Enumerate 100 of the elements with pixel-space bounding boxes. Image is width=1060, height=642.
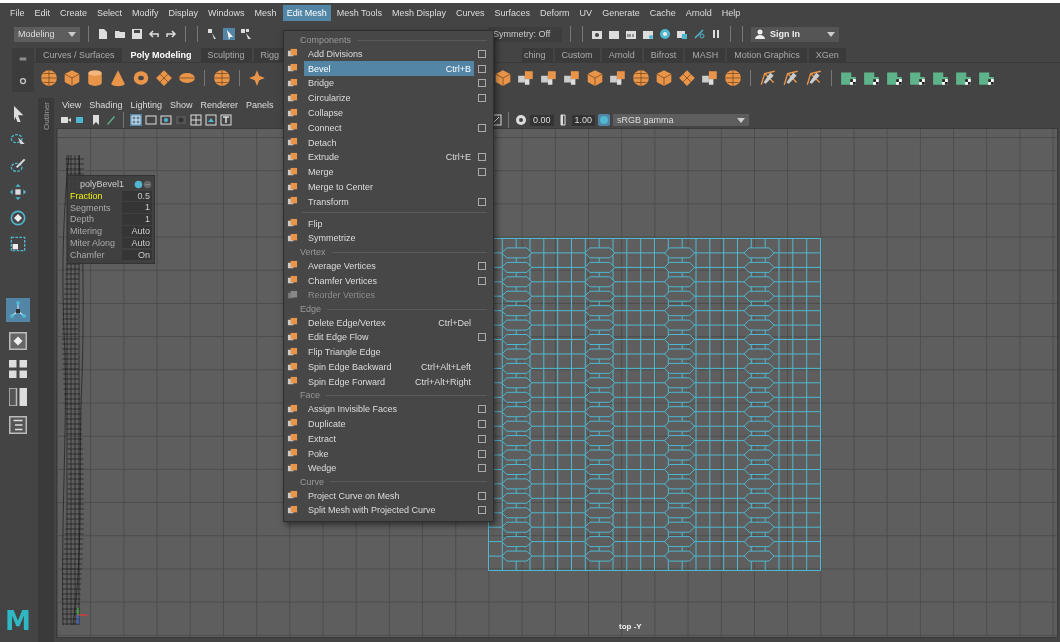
menu-bar-item[interactable]: Windows <box>204 4 249 21</box>
cube-icon[interactable] <box>586 68 604 87</box>
folder-icon[interactable] <box>114 28 126 40</box>
menu-item[interactable]: Average Vertices <box>304 258 474 274</box>
menu-item[interactable]: Edit Edge Flow <box>304 330 474 345</box>
menu-item[interactable]: Merge to Center <box>304 179 474 195</box>
menu-item[interactable]: Spin Edge Forward Ctrl+Alt+Right <box>304 374 474 390</box>
panel-menu-item[interactable]: View <box>62 100 82 110</box>
shelf-tab[interactable]: MASH <box>685 48 726 62</box>
attribute-label[interactable]: Chamfer <box>70 249 122 260</box>
camera-icon[interactable] <box>60 114 72 126</box>
blocks-icon[interactable] <box>540 68 558 87</box>
menu-item[interactable]: Flip Triangle Edge <box>304 344 474 360</box>
menu-bar-item[interactable]: Arnold <box>681 4 716 21</box>
move-icon[interactable] <box>10 184 26 200</box>
panel-menu-item[interactable]: Renderer <box>200 100 238 110</box>
shelf-tab[interactable]: Motion Graphics <box>727 48 807 62</box>
option-box[interactable] <box>478 491 486 500</box>
caret-icon[interactable] <box>827 31 835 37</box>
attribute-value[interactable]: On <box>122 249 152 261</box>
blocks-icon[interactable] <box>701 68 719 87</box>
shelf-tab[interactable]: Custom <box>554 48 600 62</box>
pause-icon[interactable] <box>710 28 722 40</box>
render-icon[interactable] <box>608 28 620 40</box>
attribute-label[interactable]: Mitering <box>70 226 122 237</box>
menu-item[interactable]: Assign Invisible Faces <box>304 401 474 417</box>
sphere-icon[interactable] <box>632 68 650 87</box>
attribute-label[interactable]: Miter Along <box>70 238 122 249</box>
attribute-value[interactable]: 1 <box>122 202 152 213</box>
cone-icon[interactable] <box>109 68 127 87</box>
render-sequence-icon[interactable] <box>676 28 688 40</box>
panel-menu-item[interactable]: Panels <box>245 100 274 110</box>
redo-icon[interactable] <box>165 28 177 40</box>
menu-item[interactable]: Merge <box>304 164 474 180</box>
option-box[interactable] <box>478 464 486 473</box>
exposure-field[interactable]: 0.00 <box>530 114 554 126</box>
shelf-tab[interactable]: Sculpting <box>200 48 252 62</box>
caret-icon[interactable] <box>68 31 76 37</box>
attribute-label[interactable]: Segments <box>70 202 122 213</box>
panel-menu-item[interactable]: Show <box>169 100 193 110</box>
star-icon[interactable] <box>248 68 266 87</box>
option-box[interactable] <box>478 49 486 58</box>
tool-toggle-icon[interactable] <box>134 179 143 189</box>
outliner-tab[interactable]: Outliner <box>41 102 51 130</box>
option-box[interactable] <box>478 79 486 88</box>
bookmark-icon[interactable] <box>90 114 102 126</box>
cube-icon[interactable] <box>494 68 512 87</box>
menu-bar-item[interactable]: Mesh Display <box>388 4 451 21</box>
menu-item[interactable]: Transform <box>304 194 474 210</box>
sign-in-dropdown[interactable]: Sign In <box>751 26 839 42</box>
workspace-dropdown[interactable]: Modeling <box>14 26 80 42</box>
menu-item[interactable]: Bevel Ctrl+B <box>304 61 474 77</box>
film-gate-icon[interactable] <box>145 114 157 126</box>
option-box[interactable] <box>478 64 486 73</box>
rotate-icon[interactable] <box>10 210 26 226</box>
shelf-tab[interactable]: Arnold <box>601 48 642 62</box>
option-box[interactable] <box>478 449 486 458</box>
edit-icon[interactable] <box>759 68 777 87</box>
menu-item[interactable]: Chamfer Vertices <box>304 273 474 288</box>
grid-icon[interactable] <box>130 114 142 126</box>
undo-icon[interactable] <box>148 28 160 40</box>
gamma-field[interactable]: 1.00 <box>571 114 596 126</box>
menu-item[interactable]: Project Curve on Mesh <box>304 488 474 503</box>
menu-bar-item[interactable]: Deform <box>536 4 574 21</box>
cylinder-icon[interactable] <box>86 68 104 87</box>
plane-icon[interactable] <box>678 68 696 87</box>
menu-item[interactable]: Spin Edge Backward Ctrl+Alt+Left <box>304 359 474 375</box>
option-box[interactable] <box>478 261 486 270</box>
menu-bar-item[interactable]: Mesh Tools <box>332 4 386 21</box>
menu-bar-item[interactable]: Mesh <box>250 4 281 21</box>
menu-item[interactable]: Add Divisions <box>304 46 474 62</box>
edit-icon[interactable] <box>805 68 823 87</box>
shelf-tab[interactable]: ching <box>522 48 553 62</box>
blocks-icon[interactable] <box>517 68 535 87</box>
resolution-gate-icon[interactable] <box>160 114 172 126</box>
attribute-value[interactable]: 0.5 <box>122 190 152 202</box>
option-box[interactable] <box>478 94 486 103</box>
exposure-icon[interactable] <box>515 114 527 126</box>
option-box[interactable] <box>478 168 486 177</box>
menu-item[interactable]: Symmetrize <box>304 231 474 246</box>
menu-bar-item[interactable]: Modify <box>128 4 163 21</box>
panel-menu-item[interactable]: Shading <box>89 100 123 110</box>
paint-select-icon[interactable] <box>10 158 26 174</box>
four-pane-icon[interactable] <box>9 360 27 378</box>
attribute-label[interactable]: Depth <box>70 214 122 225</box>
safe-action-icon[interactable] <box>205 114 217 126</box>
edit-icon[interactable] <box>782 68 800 87</box>
option-box[interactable] <box>478 506 486 515</box>
menu-item[interactable]: Extrude Ctrl+E <box>304 150 474 165</box>
menu-bar-item[interactable]: Display <box>164 4 203 21</box>
menu-bar-item[interactable]: Surfaces <box>490 4 535 21</box>
menu-bar-item[interactable]: Cache <box>645 4 680 21</box>
select-object-icon[interactable] <box>223 28 235 40</box>
blocks-icon[interactable] <box>609 68 627 87</box>
cube-icon[interactable] <box>63 68 81 87</box>
option-box[interactable] <box>478 276 486 285</box>
plane-icon[interactable] <box>155 68 173 87</box>
scale-icon[interactable] <box>10 236 26 252</box>
menu-item[interactable]: Collapse <box>304 105 474 121</box>
shelf-tab[interactable]: XGen <box>808 48 846 62</box>
